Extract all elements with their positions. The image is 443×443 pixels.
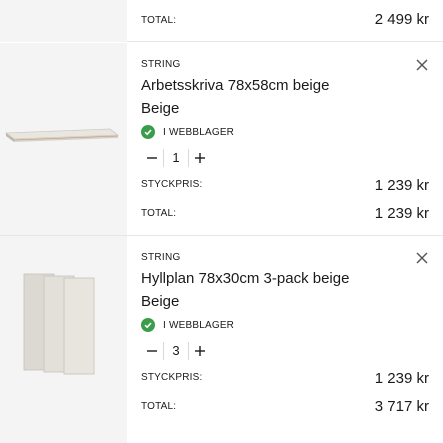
remove-item-button[interactable] xyxy=(413,56,431,74)
quantity-stepper: 3 xyxy=(141,339,213,363)
item-total-label: TOTAL: xyxy=(141,208,177,219)
product-color: Beige xyxy=(141,100,180,117)
plus-icon xyxy=(195,153,205,163)
unit-price-label: STYCKPRIS: xyxy=(141,179,203,190)
cart-item: STRING Hyllplan 78x30cm 3-pack beige Bei… xyxy=(0,236,443,443)
quantity-stepper: 1 xyxy=(141,146,213,170)
total-label: TOTAL: xyxy=(141,15,177,26)
remove-item-button[interactable] xyxy=(413,249,431,267)
increase-quantity-button[interactable] xyxy=(189,146,211,170)
increase-quantity-button[interactable] xyxy=(189,339,211,363)
decrease-quantity-button[interactable] xyxy=(141,339,163,363)
product-image[interactable] xyxy=(0,236,127,443)
product-image[interactable] xyxy=(0,43,127,235)
desk-image xyxy=(4,128,120,142)
unit-price-label: STYCKPRIS: xyxy=(141,372,203,383)
item-total: 1 239 kr xyxy=(374,205,429,222)
brand-label: STRING xyxy=(141,59,181,70)
quantity-value[interactable]: 1 xyxy=(163,149,189,167)
check-circle-icon xyxy=(141,125,155,139)
minus-icon xyxy=(147,350,157,352)
cart-item: STRING Arbetsskriva 78x58cm beige Beige … xyxy=(0,43,443,236)
shelf-pack-image xyxy=(23,273,95,375)
product-color: Beige xyxy=(141,293,180,310)
product-name[interactable]: Hyllplan 78x30cm 3-pack beige xyxy=(141,270,349,287)
brand-label: STRING xyxy=(141,252,181,263)
close-icon xyxy=(416,252,428,264)
plus-icon xyxy=(195,346,205,356)
unit-price: 1 239 kr xyxy=(374,370,429,387)
item-total-label: TOTAL: xyxy=(141,401,177,412)
stock-status: I WEBBLAGER xyxy=(141,125,234,139)
minus-icon xyxy=(147,157,157,159)
previous-item-total-row: TOTAL: 2 499 kr xyxy=(0,0,443,42)
stock-status: I WEBBLAGER xyxy=(141,318,234,332)
check-circle-icon xyxy=(141,318,155,332)
unit-price: 1 239 kr xyxy=(374,177,429,194)
total-amount: 2 499 kr xyxy=(374,11,429,28)
quantity-value[interactable]: 3 xyxy=(163,342,189,360)
product-name[interactable]: Arbetsskriva 78x58cm beige xyxy=(141,77,329,94)
stock-status-text: I WEBBLAGER xyxy=(163,319,235,331)
thumbnail-column xyxy=(0,0,127,42)
stock-status-text: I WEBBLAGER xyxy=(163,126,235,138)
decrease-quantity-button[interactable] xyxy=(141,146,163,170)
item-total: 3 717 kr xyxy=(374,398,429,415)
close-icon xyxy=(416,59,428,71)
